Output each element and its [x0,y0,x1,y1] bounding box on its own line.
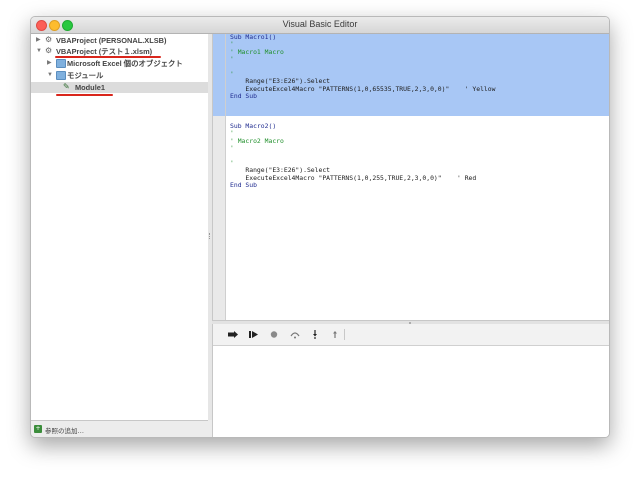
collapse-arrow-icon[interactable]: ▼ [47,70,53,81]
expand-arrow-icon[interactable]: ▶ [36,35,41,46]
code-line: ExecuteExcel4Macro "PATTERNS(1,0,255,TRU… [230,173,477,182]
tree-item-label: Microsoft Excel 個のオブジェクト [67,59,183,68]
collapse-arrow-icon[interactable]: ▼ [36,46,42,57]
tree-item-label: Module1 [75,83,105,92]
code-line: Sub Macro2() [230,121,277,130]
project-tree: ▶ ⚙ VBAProject (PERSONAL.XLSB) ▼ ⚙ VBAPr… [31,34,208,420]
continue-icon[interactable] [228,330,238,339]
code-line: End Sub [230,92,257,101]
tree-item-label: モジュール [67,71,104,80]
add-reference-icon[interactable]: + [34,425,42,433]
vbaproject-icon: ⚙ [45,35,53,44]
code-editor[interactable]: Sub Macro1() ' ' Macro1 Macro ' ' Range(… [212,33,609,320]
expand-arrow-icon[interactable]: ▶ [47,58,52,69]
tree-item-label: VBAProject (テスト１.xlsm) [56,47,153,56]
code-line: ' [230,55,234,64]
stop-icon[interactable] [269,330,279,339]
debug-toolbar [213,324,609,346]
code-line: ExecuteExcel4Macro "PATTERNS(1,0,65535,T… [230,84,496,93]
toolbar-separator [344,329,345,340]
tree-item-modules[interactable]: ▼ モジュール [31,70,208,81]
step-over-icon[interactable] [290,330,300,339]
folder-icon [56,71,66,80]
module-icon: ✎ [63,82,70,91]
add-reference-link[interactable]: 参照の追加… [45,425,84,435]
code-line: End Sub [230,181,257,189]
title-bar[interactable]: Visual Basic Editor [31,17,609,34]
gutter-selection [213,34,225,116]
tree-item-module1[interactable]: ✎ Module1 [31,82,208,93]
vbaproject-icon: ⚙ [45,46,53,55]
status-bar: + 参照の追加… [31,420,208,437]
tree-item-label: VBAProject (PERSONAL.XLSB) [56,36,167,45]
code-line: ' Macro1 Macro [230,47,284,56]
code-line: ' [230,144,234,152]
selection-highlight [226,34,609,116]
tree-item-excel-objects[interactable]: ▶ Microsoft Excel 個のオブジェクト [31,58,208,69]
tree-item-personal[interactable]: ▶ ⚙ VBAProject (PERSONAL.XLSB) [31,35,208,46]
vbe-window: Visual Basic Editor ▶ ⚙ VBAProject (PERS… [30,16,610,438]
step-forward-icon[interactable] [249,330,259,339]
project-explorer: ▶ ⚙ VBAProject (PERSONAL.XLSB) ▼ ⚙ VBAPr… [31,34,209,420]
debug-pane [212,324,609,437]
code-line: ' Macro2 Macro [230,136,284,145]
step-into-icon[interactable] [310,330,320,339]
window-title: Visual Basic Editor [282,19,358,29]
red-underline-annotation [56,94,113,96]
folder-icon [56,59,66,68]
code-line: Sub Macro1() [230,33,277,41]
step-out-icon[interactable] [330,330,340,339]
